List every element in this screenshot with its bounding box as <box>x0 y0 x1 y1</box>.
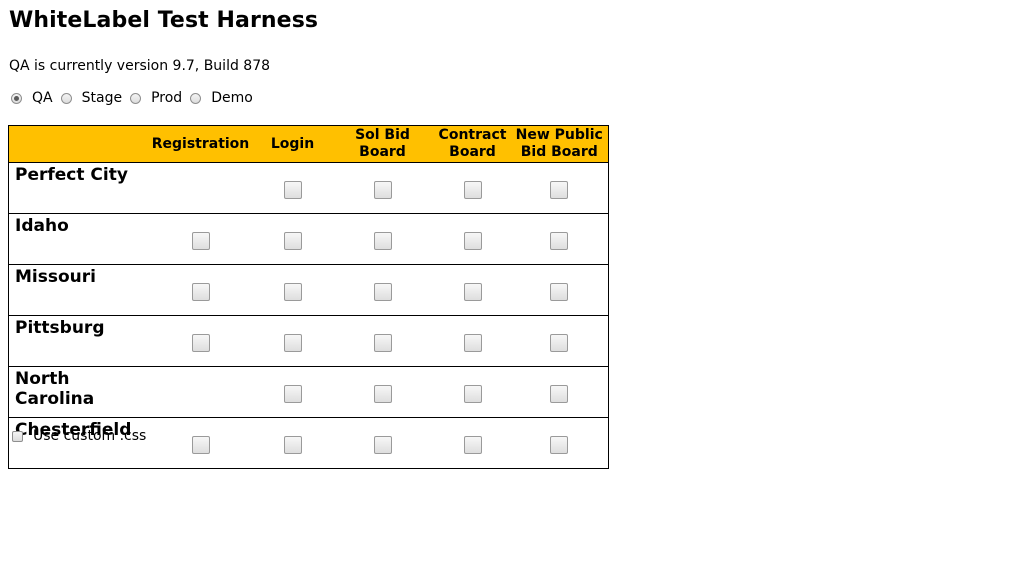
qa-label: QA <box>32 90 53 106</box>
login-checkbox[interactable] <box>283 181 302 199</box>
login-checkbox[interactable] <box>283 334 302 352</box>
table-body: Perfect City Idaho Missouri Pittsburg North … <box>8 162 609 469</box>
cell-login <box>254 213 331 265</box>
registration-checkbox[interactable] <box>191 232 210 250</box>
cell-contract-board <box>434 366 511 418</box>
new-public-bid-board-checkbox[interactable] <box>550 181 569 199</box>
table-header-row: Registration Login Sol Bid Board Contrac… <box>8 125 609 163</box>
new-public-bid-board-checkbox[interactable] <box>550 283 569 301</box>
table-row: Pittsburg <box>8 315 609 367</box>
cell-new-public-bid-board <box>510 417 609 469</box>
cell-sol-bid-board <box>330 162 435 214</box>
registration-checkbox[interactable] <box>191 283 210 301</box>
cell-sol-bid-board <box>330 213 435 265</box>
table-row: North Carolina <box>8 366 609 418</box>
cell-registration <box>146 366 255 418</box>
sol-bid-board-checkbox[interactable] <box>373 436 392 454</box>
qa-radio[interactable] <box>11 92 22 104</box>
cell-sol-bid-board <box>330 264 435 316</box>
header-blank <box>8 125 147 163</box>
use-custom-css-option[interactable]: Use custom .css <box>12 428 146 444</box>
row-label: North Carolina <box>8 366 147 418</box>
cell-registration <box>146 315 255 367</box>
page-title: WhiteLabel Test Harness <box>9 8 319 33</box>
cell-sol-bid-board <box>330 315 435 367</box>
env-option-stage[interactable]: Stage <box>60 90 123 106</box>
prod-label: Prod <box>151 90 183 106</box>
contract-board-checkbox[interactable] <box>463 436 482 454</box>
cell-sol-bid-board <box>330 417 435 469</box>
page: WhiteLabel Test Harness QA is currently … <box>0 0 1034 576</box>
contract-board-checkbox[interactable] <box>463 283 482 301</box>
login-checkbox[interactable] <box>283 436 302 454</box>
new-public-bid-board-checkbox[interactable] <box>550 334 569 352</box>
contract-board-checkbox[interactable] <box>463 334 482 352</box>
cell-registration <box>146 417 255 469</box>
row-label: Idaho <box>8 213 147 265</box>
header-contract-board: Contract Board <box>434 125 511 163</box>
login-checkbox[interactable] <box>283 232 302 250</box>
cell-login <box>254 417 331 469</box>
registration-checkbox[interactable] <box>191 436 210 454</box>
cell-contract-board <box>434 162 511 214</box>
cell-login <box>254 162 331 214</box>
new-public-bid-board-checkbox[interactable] <box>550 385 569 403</box>
header-registration: Registration <box>146 125 255 163</box>
cell-login <box>254 264 331 316</box>
cell-registration <box>146 213 255 265</box>
cell-contract-board <box>434 417 511 469</box>
table-row: Idaho <box>8 213 609 265</box>
contract-board-checkbox[interactable] <box>463 385 482 403</box>
cell-contract-board <box>434 213 511 265</box>
contract-board-checkbox[interactable] <box>463 232 482 250</box>
use-custom-css-checkbox[interactable] <box>12 430 23 442</box>
cell-registration <box>146 264 255 316</box>
sol-bid-board-checkbox[interactable] <box>373 283 392 301</box>
login-checkbox[interactable] <box>283 283 302 301</box>
sol-bid-board-checkbox[interactable] <box>373 334 392 352</box>
new-public-bid-board-checkbox[interactable] <box>550 436 569 454</box>
stage-radio[interactable] <box>60 92 72 104</box>
header-login: Login <box>254 125 331 163</box>
table-row: Missouri <box>8 264 609 316</box>
header-new-public-bid-board: New Public Bid Board <box>510 125 609 163</box>
registration-checkbox[interactable] <box>191 334 210 352</box>
cell-login <box>254 315 331 367</box>
cell-login <box>254 366 331 418</box>
cell-new-public-bid-board <box>510 162 609 214</box>
header-contract-board-text: Contract Board <box>438 127 507 160</box>
env-option-prod[interactable]: Prod <box>130 90 182 106</box>
version-text: QA is currently version 9.7, Build 878 <box>9 58 271 74</box>
cell-new-public-bid-board <box>510 315 609 367</box>
cell-contract-board <box>434 315 511 367</box>
header-sol-bid-board-text: Sol Bid Board <box>355 127 410 160</box>
cell-new-public-bid-board <box>510 264 609 316</box>
cell-contract-board <box>434 264 511 316</box>
sol-bid-board-checkbox[interactable] <box>373 232 392 250</box>
header-new-public-bid-board-text: New Public Bid Board <box>515 127 603 160</box>
new-public-bid-board-checkbox[interactable] <box>550 232 569 250</box>
row-label: Perfect City <box>8 162 147 214</box>
table-row: Perfect City <box>8 162 609 214</box>
row-label: Pittsburg <box>8 315 147 367</box>
login-checkbox[interactable] <box>283 385 302 403</box>
sol-bid-board-checkbox[interactable] <box>373 385 392 403</box>
sol-bid-board-checkbox[interactable] <box>373 181 392 199</box>
demo-radio[interactable] <box>190 92 202 104</box>
cell-new-public-bid-board <box>510 366 609 418</box>
env-option-qa[interactable]: QA <box>11 90 53 106</box>
env-option-demo[interactable]: Demo <box>190 90 253 106</box>
row-label: Missouri <box>8 264 147 316</box>
stage-label: Stage <box>81 90 123 106</box>
prod-radio[interactable] <box>130 92 142 104</box>
header-sol-bid-board: Sol Bid Board <box>330 125 435 163</box>
cell-registration <box>146 162 255 214</box>
environment-radio-group: QA Stage Prod Demo <box>11 90 261 106</box>
contract-board-checkbox[interactable] <box>463 181 482 199</box>
use-custom-css-label: Use custom .css <box>33 428 147 444</box>
demo-label: Demo <box>211 90 253 106</box>
cell-new-public-bid-board <box>510 213 609 265</box>
cell-sol-bid-board <box>330 366 435 418</box>
test-matrix-table: Registration Login Sol Bid Board Contrac… <box>8 125 609 469</box>
